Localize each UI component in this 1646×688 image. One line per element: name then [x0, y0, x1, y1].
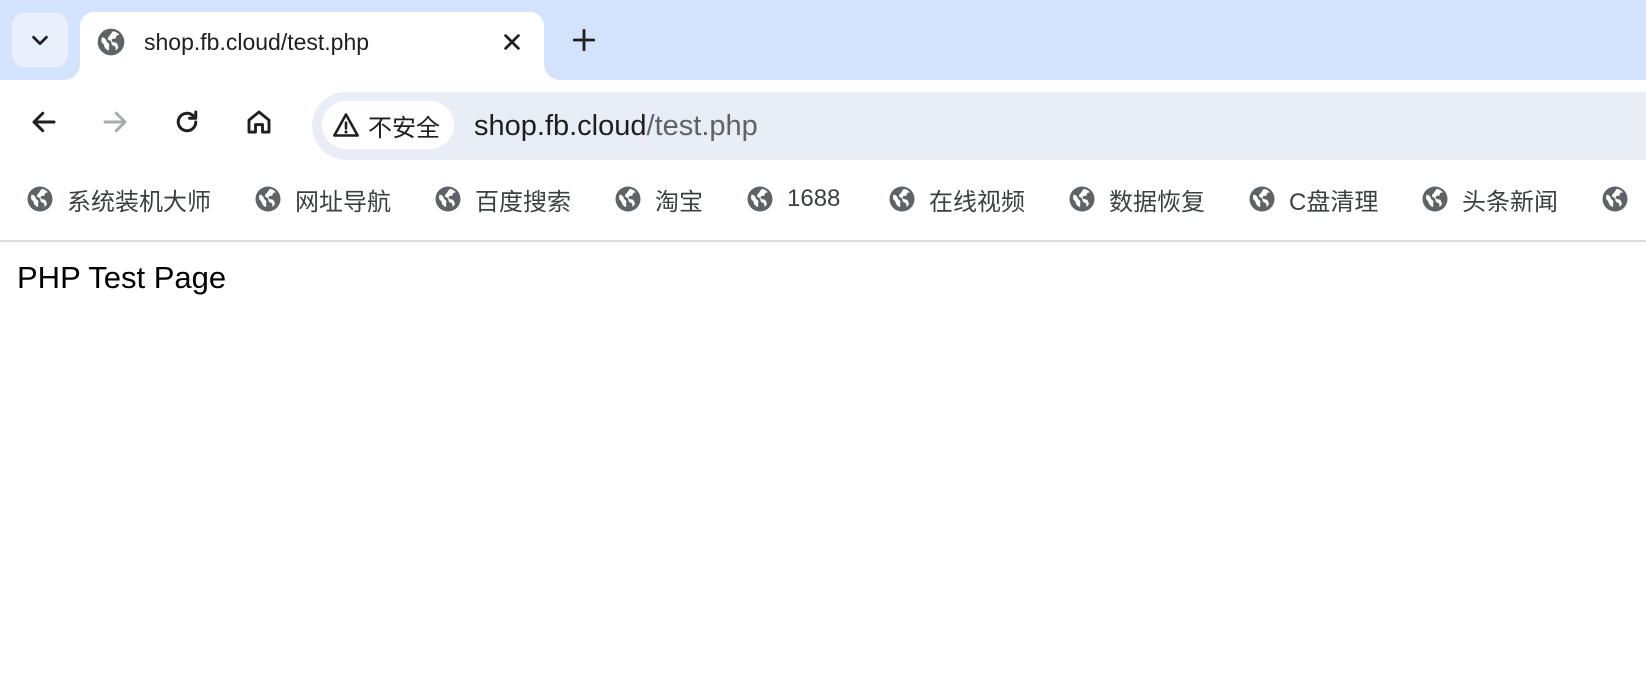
url-host: shop.fb.cloud	[474, 110, 647, 142]
bookmark-item[interactable]: 数据恢复	[1067, 181, 1205, 217]
bookmark-item[interactable]: 头条新闻	[1420, 181, 1558, 217]
globe-icon	[887, 184, 917, 214]
bookmark-label: 数据恢复	[1109, 188, 1205, 216]
globe-icon	[613, 184, 643, 214]
globe-icon	[1247, 184, 1277, 214]
address-bar[interactable]: 不安全 shop.fb.cloud/test.php	[312, 92, 1646, 160]
bookmark-label: 在线视频	[929, 188, 1025, 216]
close-tab-button[interactable]	[496, 26, 528, 58]
url-path: /test.php	[646, 110, 758, 142]
new-tab-button[interactable]	[566, 22, 602, 58]
bookmark-label: 1688	[787, 185, 841, 212]
url-field[interactable]: shop.fb.cloud/test.php	[474, 108, 758, 144]
toolbar: 不安全 shop.fb.cloud/test.php	[0, 80, 1646, 164]
bookmark-item[interactable]: 网址导航	[253, 181, 391, 217]
globe-icon	[1420, 184, 1450, 214]
globe-icon	[95, 26, 127, 58]
globe-icon	[745, 184, 775, 214]
plus-icon	[572, 28, 596, 52]
bookmark-item[interactable]: 系统装机大师	[25, 181, 211, 217]
bookmarks-bar: 系统装机大师 网址导航 百度搜索 淘宝 1688 在线视频 数据恢复 C盘清理 …	[0, 164, 1646, 242]
page-content: PHP Test Page	[0, 242, 1646, 688]
bookmark-label: 网址导航	[295, 188, 391, 216]
bookmark-item[interactable]: C盘清理	[1247, 181, 1378, 217]
warning-icon	[333, 113, 359, 137]
bookmark-item[interactable]: 在线视频	[887, 181, 1025, 217]
reload-button[interactable]	[165, 100, 209, 144]
home-icon	[247, 110, 271, 134]
globe-icon	[25, 184, 55, 214]
arrow-left-icon	[32, 111, 56, 133]
bookmark-item[interactable]: 淘宝	[613, 181, 703, 217]
forward-button[interactable]	[93, 100, 137, 144]
security-label: 不安全	[368, 114, 440, 142]
globe-icon	[1067, 184, 1097, 214]
bookmark-label: 头条新闻	[1462, 188, 1558, 216]
bookmark-item[interactable]: 百度搜索	[433, 181, 571, 217]
bookmark-item[interactable]: 1688	[745, 181, 840, 217]
home-button[interactable]	[237, 100, 281, 144]
bookmark-label: C盘清理	[1289, 188, 1379, 216]
bookmark-label: 百度搜索	[475, 188, 571, 216]
page-heading: PHP Test Page	[17, 260, 227, 295]
globe-icon	[1600, 184, 1630, 214]
reload-icon	[176, 110, 198, 133]
arrow-right-icon	[103, 111, 127, 133]
bookmark-label: 系统装机大师	[67, 188, 211, 216]
bookmark-item[interactable]	[1600, 181, 1642, 217]
chevron-down-icon	[32, 35, 48, 46]
bookmark-label: 淘宝	[655, 188, 703, 216]
globe-icon	[253, 184, 283, 214]
security-chip[interactable]: 不安全	[322, 101, 454, 149]
active-tab[interactable]: shop.fb.cloud/test.php	[80, 12, 544, 80]
back-button[interactable]	[22, 100, 66, 144]
tab-title: shop.fb.cloud/test.php	[144, 29, 370, 55]
tab-search-button[interactable]	[12, 13, 68, 67]
tab-strip: shop.fb.cloud/test.php	[0, 0, 1646, 80]
close-icon	[504, 34, 520, 50]
globe-icon	[433, 184, 463, 214]
